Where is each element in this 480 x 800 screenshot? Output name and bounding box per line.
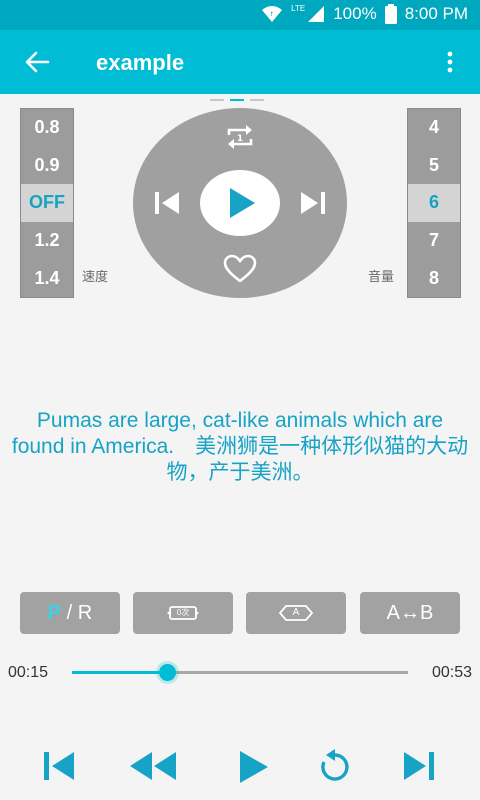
rewind-icon[interactable] [128, 750, 178, 787]
volume-option-selected[interactable]: 6 [408, 184, 460, 222]
volume-option[interactable]: 4 [408, 109, 460, 147]
speed-selector[interactable]: 0.8 0.9 OFF 1.2 1.4 [20, 108, 74, 298]
volume-option[interactable]: 7 [408, 222, 460, 260]
battery-percent: 100% [333, 4, 377, 23]
seek-bar-fill [72, 671, 168, 674]
clock: 8:00 PM [404, 4, 468, 23]
seek-bar[interactable] [72, 664, 408, 681]
lyric-text: Pumas are large, cat-like animals which … [11, 409, 469, 484]
svg-text:1: 1 [237, 134, 243, 144]
ab-repeat-label: A↔B [386, 601, 434, 624]
volume-option[interactable]: 5 [408, 147, 460, 185]
seek-thumb[interactable] [159, 664, 177, 681]
page-dot[interactable] [210, 99, 224, 101]
skip-previous-icon[interactable] [42, 750, 76, 787]
speed-option-selected[interactable]: OFF [21, 184, 73, 222]
network-type: LTE [291, 3, 306, 13]
status-bar: ↑ LTE 100% 8:00 PM [0, 0, 480, 30]
transport-controls [0, 744, 480, 788]
play-icon[interactable] [238, 750, 270, 789]
play-record-toggle-button[interactable]: P / R [20, 592, 120, 634]
repeat-one-icon[interactable]: 1 [224, 122, 256, 157]
volume-label: 音量 [368, 269, 395, 284]
speed-option[interactable]: 0.9 [21, 147, 73, 185]
volume-option[interactable]: 8 [408, 259, 460, 297]
mode-label: / R [61, 601, 93, 624]
single-a-badge: A [292, 607, 300, 618]
more-vert-icon[interactable] [440, 50, 460, 74]
app-bar: example [0, 30, 480, 94]
control-dial: 1 [133, 108, 347, 298]
repeat-count-badge: 0次 [176, 608, 190, 617]
skip-next-icon[interactable] [299, 190, 327, 221]
speed-option[interactable]: 0.8 [21, 109, 73, 147]
heart-outline-icon[interactable] [223, 254, 257, 289]
skip-previous-icon[interactable] [153, 190, 181, 221]
back-arrow-icon[interactable] [24, 50, 50, 74]
ab-repeat-button[interactable]: A↔B [360, 592, 460, 634]
wifi-icon: ↑ [261, 5, 283, 23]
page-dot-active[interactable] [230, 99, 244, 101]
dial-play-button[interactable] [200, 170, 280, 236]
skip-next-icon[interactable] [402, 750, 436, 787]
play-icon [230, 188, 255, 218]
single-a-loop-button[interactable]: A [246, 592, 346, 634]
mode-label-accent: P [47, 601, 62, 624]
battery-icon [384, 4, 397, 24]
speed-option[interactable]: 1.2 [21, 222, 73, 260]
replay-icon[interactable] [316, 748, 354, 791]
current-time: 00:15 [8, 664, 49, 681]
repeat-count-button[interactable]: 0次 [133, 592, 233, 634]
speed-label: 速度 [82, 269, 109, 284]
repeat-count-icon: 0次 [166, 604, 200, 622]
svg-text:↑: ↑ [269, 11, 274, 18]
speed-option[interactable]: 1.4 [21, 259, 73, 297]
page-dot[interactable] [250, 99, 264, 101]
page-indicator [210, 99, 264, 101]
signal-icon [307, 5, 325, 23]
single-a-icon: A [278, 603, 314, 623]
mode-bar: P / R 0次 A A↔B [20, 592, 460, 634]
total-time: 00:53 [431, 664, 472, 681]
app-title: example [96, 50, 185, 75]
volume-selector[interactable]: 4 5 6 7 8 [407, 108, 461, 298]
